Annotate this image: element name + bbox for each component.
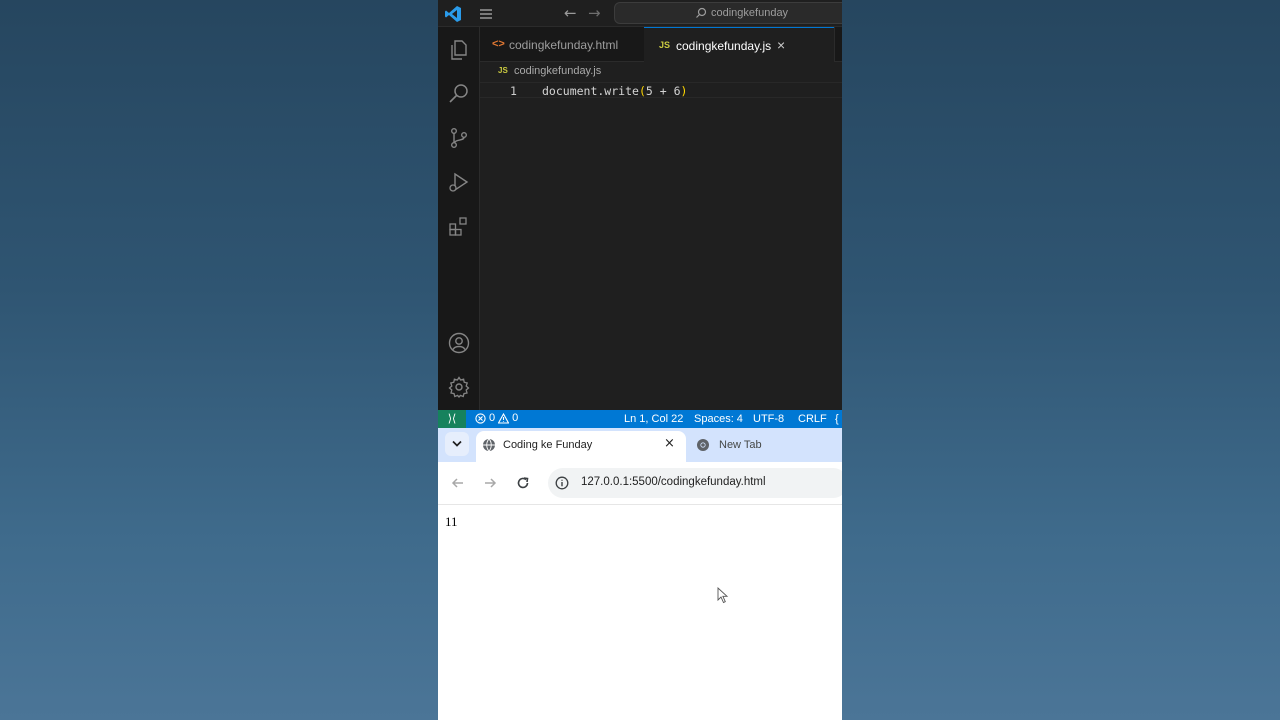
browser-window: Coding ke Funday × New Tab 127.0.0.1:550… — [438, 428, 842, 720]
browser-tab-title: New Tab — [719, 439, 762, 451]
code-paren-close: ) — [680, 84, 688, 98]
explorer-icon[interactable] — [447, 38, 471, 62]
reload-icon — [517, 477, 529, 489]
problems-indicator[interactable]: 0 0 — [475, 412, 518, 424]
tab-search-button[interactable] — [445, 432, 469, 456]
page-content: 11 — [438, 505, 842, 720]
vscode-title-bar: ← → codingkefunday — [438, 0, 842, 27]
code-text: document.write(5 + 6) — [542, 84, 687, 98]
info-icon[interactable] — [555, 476, 569, 490]
language-mode[interactable]: { — [835, 413, 839, 425]
line-number: 1 — [510, 84, 517, 98]
error-icon — [475, 412, 486, 424]
tab-css-file[interactable]: # coc — [834, 27, 842, 62]
remote-indicator-icon[interactable]: ⟩⟨ — [438, 410, 466, 428]
code-editor[interactable]: 1 document.write(5 + 6) — [480, 82, 842, 410]
browser-tab-strip: Coding ke Funday × New Tab — [438, 428, 842, 462]
editor-tab-bar: <> codingkefunday.html JS codingkefunday… — [480, 27, 842, 62]
activity-bar — [438, 27, 480, 410]
close-icon[interactable]: × — [664, 436, 675, 451]
gear-icon[interactable] — [447, 375, 471, 399]
vscode-logo-icon — [445, 6, 461, 22]
tab-js-file[interactable]: JS codingkefunday.js × — [644, 27, 834, 62]
browser-tab-active[interactable]: Coding ke Funday × — [476, 431, 686, 462]
mouse-cursor-icon — [717, 587, 729, 604]
extensions-icon[interactable] — [447, 214, 471, 238]
back-arrow-icon[interactable]: ← — [564, 4, 577, 22]
reload-button[interactable] — [515, 475, 531, 491]
browser-toolbar: 127.0.0.1:5500/codingkefunday.html — [438, 462, 842, 505]
browser-tab-title: Coding ke Funday — [503, 439, 593, 451]
code-line[interactable]: 1 document.write(5 + 6) — [480, 82, 842, 98]
search-icon — [696, 7, 707, 18]
command-center-label: codingkefunday — [711, 7, 789, 19]
arrow-left-icon — [451, 478, 463, 488]
breadcrumb: JS codingkefunday.js — [480, 62, 842, 82]
back-button[interactable] — [450, 475, 466, 491]
account-icon[interactable] — [447, 331, 471, 355]
chevron-down-icon — [452, 440, 462, 447]
page-output: 11 — [445, 514, 458, 529]
arrow-right-icon — [485, 478, 497, 488]
tab-label: codingkefunday.html — [509, 38, 619, 52]
globe-icon — [483, 438, 495, 452]
indentation-setting[interactable]: Spaces: 4 — [694, 413, 743, 425]
tab-html-file[interactable]: <> codingkefunday.html — [480, 27, 644, 62]
eol-setting[interactable]: CRLF — [798, 413, 827, 425]
close-icon[interactable]: × — [777, 37, 785, 53]
menu-icon[interactable] — [478, 6, 494, 22]
address-bar[interactable]: 127.0.0.1:5500/codingkefunday.html — [548, 468, 842, 498]
cursor-position[interactable]: Ln 1, Col 22 — [624, 413, 683, 425]
forward-arrow-icon[interactable]: → — [588, 4, 601, 22]
warning-count: 0 — [512, 412, 519, 424]
source-control-icon[interactable] — [447, 126, 471, 150]
code-function: document.write — [542, 84, 639, 98]
code-paren-open: ( — [638, 84, 646, 98]
status-bar: ⟩⟨ 0 0 Ln 1, Col 22 Spaces: 4 UTF-8 CRLF… — [438, 410, 842, 428]
run-debug-icon[interactable] — [447, 170, 471, 194]
tab-label: codingkefunday.js — [676, 39, 772, 53]
html-file-icon: <> — [492, 38, 505, 50]
forward-button[interactable] — [482, 475, 498, 491]
js-file-icon: JS — [498, 66, 508, 75]
code-arguments: 5 + 6 — [645, 84, 681, 98]
breadcrumb-file[interactable]: codingkefunday.js — [514, 65, 601, 77]
command-center-search[interactable]: codingkefunday — [614, 2, 842, 24]
js-file-icon: JS — [659, 40, 671, 50]
browser-tab-new[interactable]: New Tab — [688, 431, 842, 462]
url-text: 127.0.0.1:5500/codingkefunday.html — [581, 476, 766, 488]
screen-frame: ← → codingkefunday <> codingkefunday.htm… — [438, 0, 842, 720]
error-count: 0 — [489, 412, 496, 424]
search-icon[interactable] — [447, 82, 471, 106]
warning-icon — [498, 412, 510, 424]
chrome-icon — [697, 439, 709, 451]
encoding-setting[interactable]: UTF-8 — [753, 413, 784, 425]
